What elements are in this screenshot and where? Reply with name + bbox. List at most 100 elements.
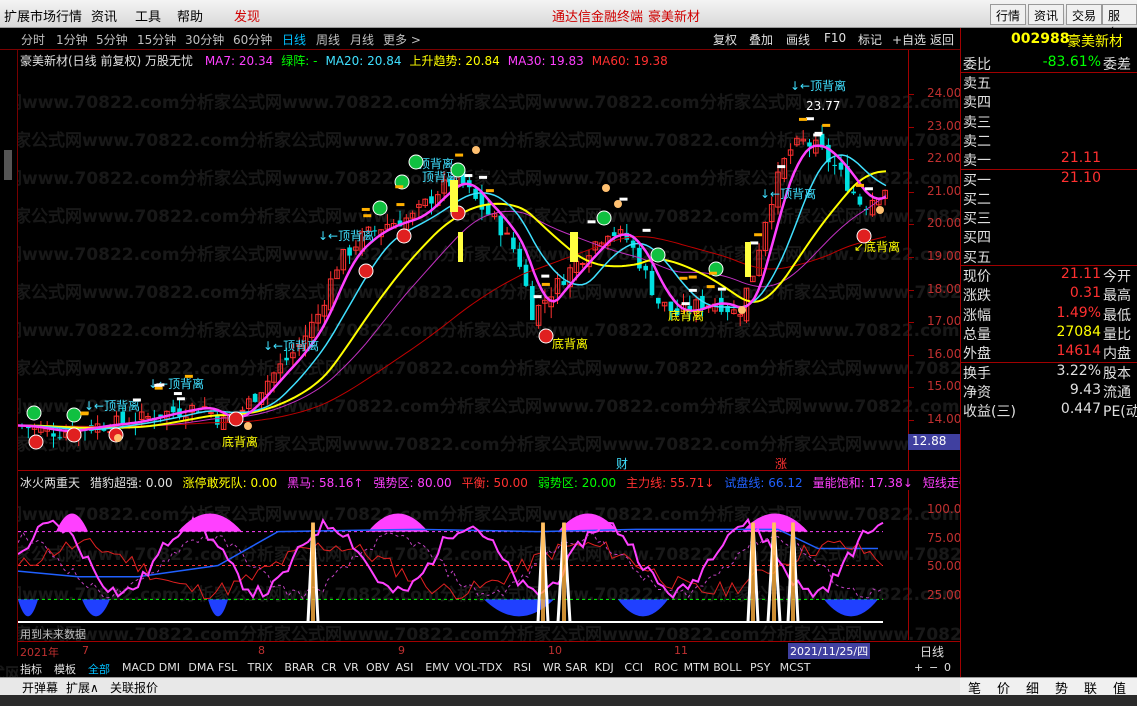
tab-control[interactable]: −	[929, 661, 938, 674]
price-tick-label: 16.00	[927, 346, 962, 361]
kline-chart[interactable]: ↓←顶背离↓←顶背离↓←顶背离↓←顶背离顶背离顶背离↓←顶背离↓←顶背离底背离底…	[18, 50, 908, 470]
btn-trade[interactable]: 交易	[1066, 4, 1103, 25]
buy-row[interactable]: 买二	[961, 189, 1137, 208]
sell-row[interactable]: 卖一 21.11	[961, 150, 1137, 169]
period-more[interactable]: 更多 >	[383, 31, 421, 48]
menu-item-help[interactable]: 帮助	[177, 6, 203, 25]
period-week[interactable]: 周线	[316, 31, 340, 48]
indicator-tab[interactable]: FSL	[218, 661, 237, 674]
buy-row[interactable]: 买五	[961, 247, 1137, 266]
indicator-tab[interactable]: ROC	[654, 661, 678, 674]
buy-row[interactable]: 买一 21.10	[961, 170, 1137, 189]
signal-bar	[132, 398, 141, 402]
long-signal-icon	[28, 434, 44, 450]
indicator-tab[interactable]: TRIX	[248, 661, 273, 674]
weak-zone-fill	[18, 599, 38, 617]
tab-control[interactable]: 0	[944, 661, 951, 674]
indicator-tab[interactable]: VOL-TDX	[455, 661, 503, 674]
indicator-tab[interactable]: DMI	[159, 661, 180, 674]
period-15min[interactable]: 15分钟	[137, 31, 176, 48]
signal-bar	[619, 197, 628, 201]
btn-expand[interactable]: 扩展∧	[66, 679, 99, 696]
buy-row[interactable]: 买三	[961, 208, 1137, 228]
indicator-tab[interactable]: KDJ	[595, 661, 614, 674]
period-30min[interactable]: 30分钟	[185, 31, 224, 48]
short-signal-icon	[372, 200, 388, 216]
signal-bar	[479, 175, 488, 179]
price-tick-label: 22.00	[927, 151, 962, 166]
weibi-row: 委比 -83.61% 委差	[961, 54, 1137, 73]
period-month[interactable]: 月线	[350, 31, 374, 48]
indicator-tab[interactable]: CR	[321, 661, 336, 674]
indicator-tab[interactable]: 全部	[88, 661, 110, 677]
signal-bar	[173, 392, 182, 396]
left-scroll-edge[interactable]	[0, 50, 18, 656]
future-data-note: 用到未来数据	[20, 628, 86, 641]
indicator-tab[interactable]: WR	[543, 661, 562, 674]
menu-item-tools[interactable]: 工具	[135, 6, 161, 25]
menu-item-news[interactable]: 资讯	[91, 6, 117, 25]
btn-fuquan[interactable]: 复权	[713, 31, 737, 48]
period-60min[interactable]: 60分钟	[233, 31, 272, 48]
period-day[interactable]: 日线	[282, 31, 306, 48]
indicator-tab[interactable]: MACD	[122, 661, 155, 674]
sell-row[interactable]: 卖四	[961, 92, 1137, 112]
signal-bar	[864, 187, 873, 191]
period-5min[interactable]: 5分钟	[96, 31, 128, 48]
indicator-tab[interactable]: 指标	[20, 661, 42, 677]
btn-linked-quote[interactable]: 关联报价	[110, 679, 158, 696]
signal-bar	[587, 220, 596, 224]
menu-item-market[interactable]: 扩展市场行情	[4, 6, 82, 25]
signal-bar	[706, 285, 715, 289]
btn-danmaku[interactable]: 开弹幕	[22, 679, 58, 696]
indicator-tab[interactable]: MCST	[780, 661, 811, 674]
menu-item-discover[interactable]: 发现	[234, 6, 260, 25]
btn-mark[interactable]: 标记	[858, 31, 882, 48]
indicator-tab[interactable]: 模板	[54, 661, 76, 677]
sell-label: 卖四	[963, 95, 991, 112]
indicator-chart[interactable]	[18, 490, 908, 640]
btn-draw[interactable]: 画线	[786, 31, 810, 48]
btn-quote[interactable]: 行情	[990, 4, 1027, 25]
tab-control[interactable]: +	[914, 661, 923, 674]
btn-overlay[interactable]: 叠加	[749, 31, 773, 48]
pane-divider[interactable]	[18, 470, 960, 471]
price-tick-mark	[909, 354, 914, 356]
sell-row[interactable]: 卖三	[961, 112, 1137, 131]
period-tick[interactable]: 分时	[21, 31, 45, 48]
indicator-tab[interactable]: OBV	[366, 661, 389, 674]
indicator-tab[interactable]: SAR	[565, 661, 587, 674]
short-signal-icon	[450, 162, 466, 178]
indicator-legend-item: 黑马: 58.16↑	[287, 476, 364, 490]
indicator-tab[interactable]: EMV	[425, 661, 449, 674]
indicator-tab[interactable]: BRAR	[284, 661, 314, 674]
indicator-tab[interactable]: MTM	[684, 661, 710, 674]
indicator-tab[interactable]: CCI	[624, 661, 643, 674]
btn-f10[interactable]: F10	[824, 31, 846, 45]
btn-info[interactable]: 资讯	[1028, 4, 1065, 25]
btn-back[interactable]: 返回	[930, 31, 954, 48]
btn-service[interactable]: 服务	[1102, 4, 1137, 40]
signal-bar	[361, 207, 370, 211]
indicator-tab[interactable]: PSY	[750, 661, 770, 674]
stat-label2: 内盘	[1103, 346, 1131, 363]
buy-row[interactable]: 买四	[961, 227, 1137, 246]
indicator-legend-item: 冰火两重天	[20, 476, 81, 490]
stat-value: 3.22%	[1056, 362, 1101, 379]
scroll-handle[interactable]	[4, 150, 12, 180]
stat-value: 9.43	[1069, 381, 1101, 398]
stat-label2: 流通	[1103, 384, 1131, 401]
indicator-tick-label: 75.00	[927, 530, 962, 545]
buy-label: 买三	[963, 211, 991, 228]
candle-body	[511, 237, 516, 250]
price-tick-mark	[909, 420, 914, 421]
sell-row[interactable]: 卖二	[961, 131, 1137, 150]
btn-add-watch[interactable]: +自选	[892, 31, 926, 48]
indicator-tab[interactable]: RSI	[513, 661, 531, 674]
sell-row[interactable]: 卖五	[961, 73, 1137, 92]
period-1min[interactable]: 1分钟	[56, 31, 88, 48]
indicator-tab[interactable]: DMA	[188, 661, 214, 674]
indicator-tab[interactable]: BOLL	[713, 661, 741, 674]
indicator-tab[interactable]: VR	[344, 661, 359, 674]
indicator-tab[interactable]: ASI	[396, 661, 414, 674]
